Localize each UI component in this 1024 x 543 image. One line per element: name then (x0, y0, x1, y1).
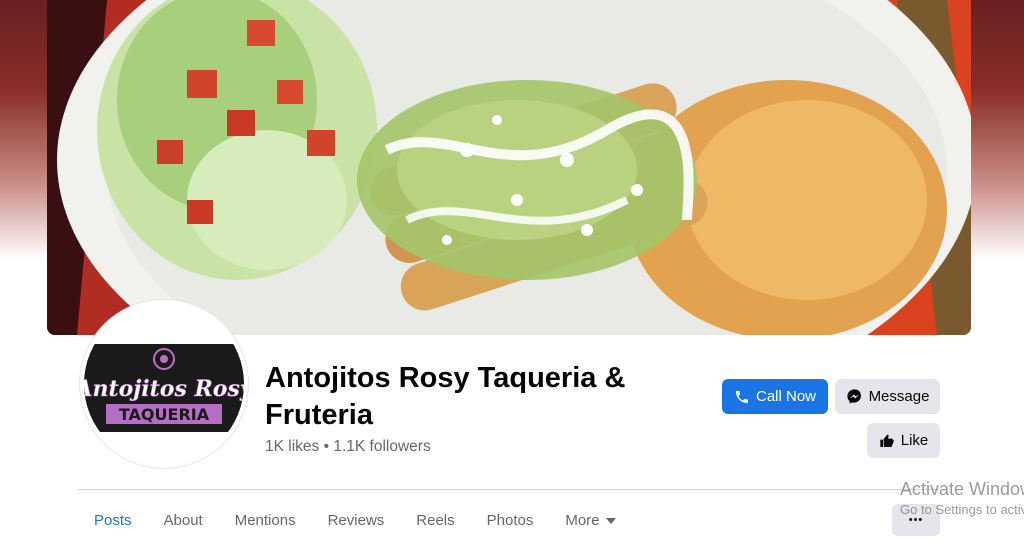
tab-label: Posts (94, 511, 132, 529)
header-divider (78, 489, 940, 490)
cover-food-image (47, 0, 971, 335)
cover-photo[interactable] (47, 0, 971, 335)
windows-activation-watermark: Activate Windows Go to Settings to activ… (900, 478, 1024, 520)
tab-label: Mentions (234, 511, 296, 529)
tab-label: Reels (416, 511, 455, 529)
stats-separator: • (323, 438, 330, 455)
followers-count[interactable]: 1.1K followers (333, 438, 430, 455)
tab-reviews[interactable]: Reviews (312, 505, 401, 535)
tab-posts[interactable]: Posts (78, 505, 148, 535)
page-tabs: Posts About Mentions Reviews Reels Photo… (78, 505, 632, 535)
message-label: Message (868, 388, 930, 405)
messenger-icon (846, 388, 863, 405)
page-stats: 1K likes • 1.1K followers (265, 438, 431, 456)
logo-line2: TAQUERIA (119, 405, 210, 424)
page-title: Antojitos Rosy Taqueria & Fruteria (265, 362, 626, 431)
tab-reels[interactable]: Reels (400, 505, 470, 535)
like-label: Like (900, 432, 929, 449)
logo-line1: Antojitos Rosy (84, 376, 244, 402)
call-now-label: Call Now (755, 388, 816, 405)
restaurant-logo: Antojitos Rosy TAQUERIA (84, 304, 244, 464)
profile-picture[interactable]: Antojitos Rosy TAQUERIA (80, 300, 248, 468)
tab-photos[interactable]: Photos (471, 505, 550, 535)
thumbs-up-icon (879, 433, 895, 449)
tab-label: More (565, 511, 600, 529)
likes-count[interactable]: 1K likes (265, 438, 319, 455)
watermark-title: Activate Windows (900, 479, 1024, 499)
message-button[interactable]: Message (835, 379, 940, 414)
tab-label: Photos (486, 511, 534, 529)
like-button[interactable]: Like (867, 423, 940, 458)
tab-label: About (163, 511, 203, 529)
tab-mentions[interactable]: Mentions (219, 505, 312, 535)
watermark-subtitle: Go to Settings to activate Windows. (900, 502, 1024, 517)
tab-label: Reviews (327, 511, 385, 529)
logo-avatar: Antojitos Rosy TAQUERIA (84, 304, 244, 464)
call-now-button[interactable]: Call Now (722, 379, 828, 414)
tab-about[interactable]: About (148, 505, 219, 535)
caret-down-icon (605, 512, 616, 529)
tab-more[interactable]: More (549, 505, 631, 535)
phone-icon (734, 389, 750, 405)
